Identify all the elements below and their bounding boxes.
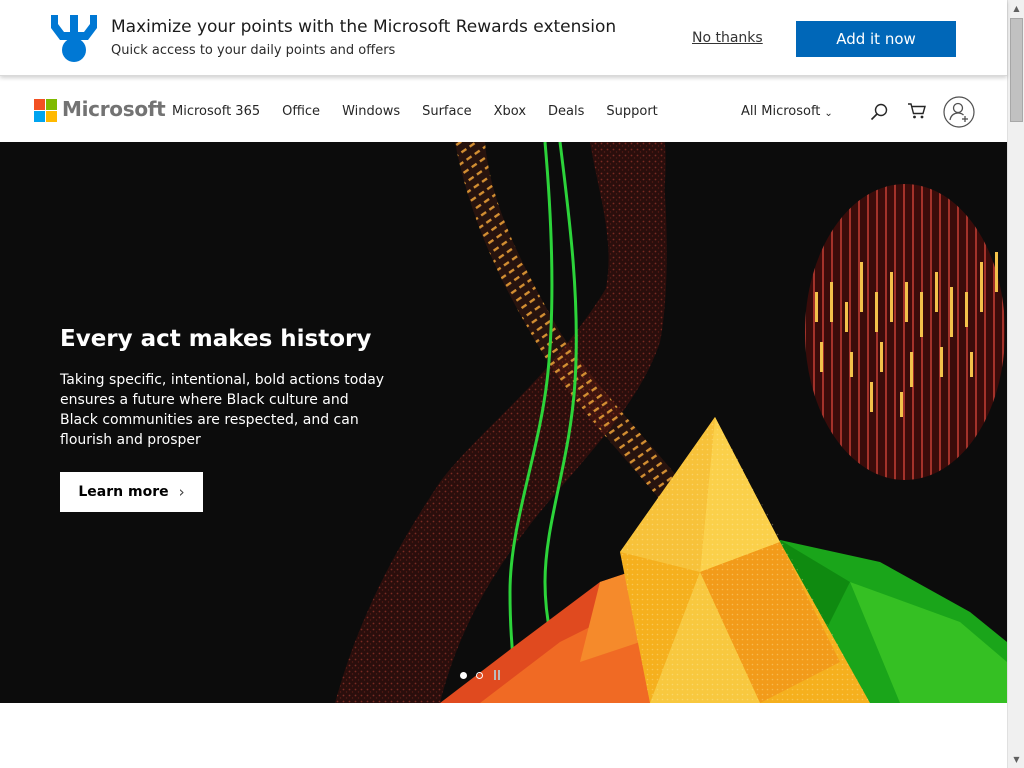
hero-title: Every act makes history	[60, 326, 372, 352]
scrollbar-thumb[interactable]	[1010, 18, 1023, 122]
nav-item-deals[interactable]: Deals	[548, 104, 584, 119]
search-icon[interactable]	[870, 103, 888, 121]
scroll-down-icon[interactable]: ▼	[1008, 751, 1024, 768]
vertical-scrollbar[interactable]: ▲ ▼	[1007, 0, 1024, 768]
carousel-dot-1[interactable]	[460, 671, 467, 679]
nav-item-office[interactable]: Office	[282, 104, 320, 119]
rewards-banner: Maximize your points with the Microsoft …	[0, 0, 1007, 76]
medal-icon	[51, 15, 97, 62]
learn-more-button[interactable]: Learn more ›	[60, 472, 203, 512]
chevron-right-icon: ›	[178, 483, 185, 501]
nav-item-support[interactable]: Support	[606, 104, 657, 119]
all-microsoft-label: All Microsoft	[741, 104, 821, 119]
rewards-subtitle: Quick access to your daily points and of…	[111, 43, 396, 58]
hero-banner: Every act makes history Taking specific,…	[0, 142, 1007, 703]
microsoft-logo-icon[interactable]	[34, 99, 57, 122]
scroll-up-icon[interactable]: ▲	[1008, 0, 1024, 17]
carousel-dot-2[interactable]	[476, 671, 483, 679]
nav-item-microsoft-365[interactable]: Microsoft 365	[172, 104, 260, 119]
primary-nav: Microsoft 365 Office Windows Surface Xbo…	[172, 104, 680, 119]
nav-item-surface[interactable]: Surface	[422, 104, 472, 119]
brand-wordmark[interactable]: Microsoft	[62, 97, 166, 121]
hero-body: Taking specific, intentional, bold actio…	[60, 372, 385, 448]
nav-item-xbox[interactable]: Xbox	[494, 104, 526, 119]
pause-icon[interactable]	[494, 670, 500, 680]
site-header: Microsoft Microsoft 365 Office Windows S…	[0, 76, 1007, 142]
rewards-title: Maximize your points with the Microsoft …	[111, 17, 617, 37]
all-microsoft-menu[interactable]: All Microsoft ⌄	[741, 104, 833, 119]
nav-item-windows[interactable]: Windows	[342, 104, 400, 119]
no-thanks-link[interactable]: No thanks	[692, 30, 763, 46]
add-it-now-button[interactable]: Add it now	[796, 21, 956, 57]
cart-icon[interactable]	[907, 102, 927, 120]
carousel-controls	[460, 670, 500, 680]
learn-more-label: Learn more	[78, 484, 169, 500]
account-icon[interactable]	[943, 96, 975, 128]
chevron-down-icon: ⌄	[824, 108, 833, 119]
